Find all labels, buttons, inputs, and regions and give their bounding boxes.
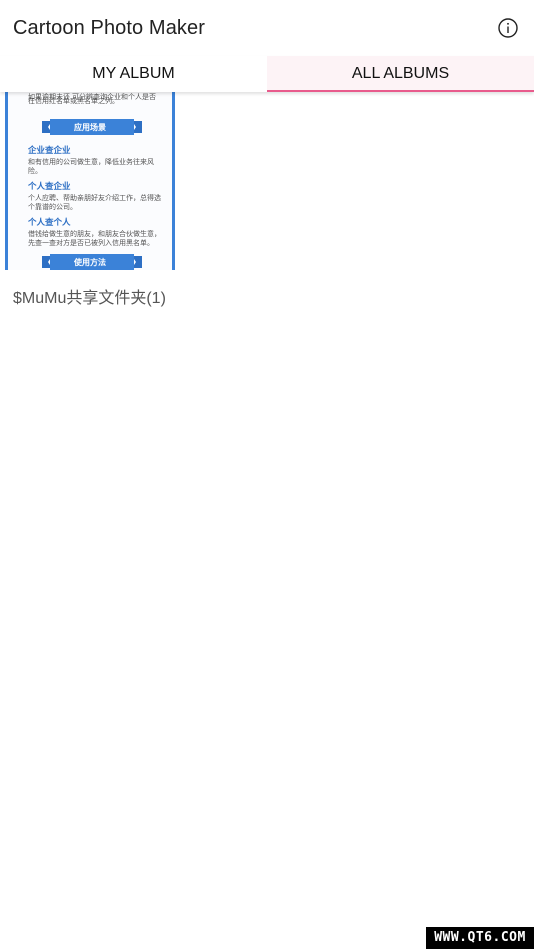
album-item[interactable]: 如果逾期未还,可分辨查询企业和个人是否 在信用红名单或黑名单之列。 应用场景 企… [0,92,178,270]
thumb-ribbon-label: 使用方法 [74,258,106,267]
thumb-text-line: 先查一查对方是否已被列入信用黑名单。 [28,240,154,247]
thumb-heading: 企业查企业 [28,145,71,155]
thumb-heading: 个人查个人 [28,217,71,227]
info-icon[interactable] [496,16,520,40]
tab-all-albums[interactable]: ALL ALBUMS [267,56,534,92]
app-bar: Cartoon Photo Maker [0,0,534,56]
watermark: WWW.QT6.COM [426,927,534,949]
thumb-text-line: 个人应聘、帮助亲朋好友介绍工作，总得选 [28,195,161,202]
thumb-text-line: 和有信用的公司做生意，降低业务往来风 [28,159,154,166]
thumb-text-line: 在信用红名单或黑名单之列。 [28,98,119,105]
app-title: Cartoon Photo Maker [13,17,205,39]
thumb-text-line: 险。 [28,168,42,175]
album-thumbnail: 如果逾期未还,可分辨查询企业和个人是否 在信用红名单或黑名单之列。 应用场景 企… [5,92,175,270]
album-label[interactable]: $MuMu共享文件夹(1) [13,284,166,308]
thumb-text-line: 借钱给做生意的朋友，和朋友合伙做生意， [28,231,161,238]
thumb-text-line: 个靠谱的公司。 [28,204,77,211]
thumb-heading: 个人查企业 [28,181,71,191]
tab-my-album[interactable]: MY ALBUM [0,56,267,92]
tab-bar: MY ALBUM ALL ALBUMS [0,56,534,92]
thumb-ribbon-label: 应用场景 [74,123,106,132]
